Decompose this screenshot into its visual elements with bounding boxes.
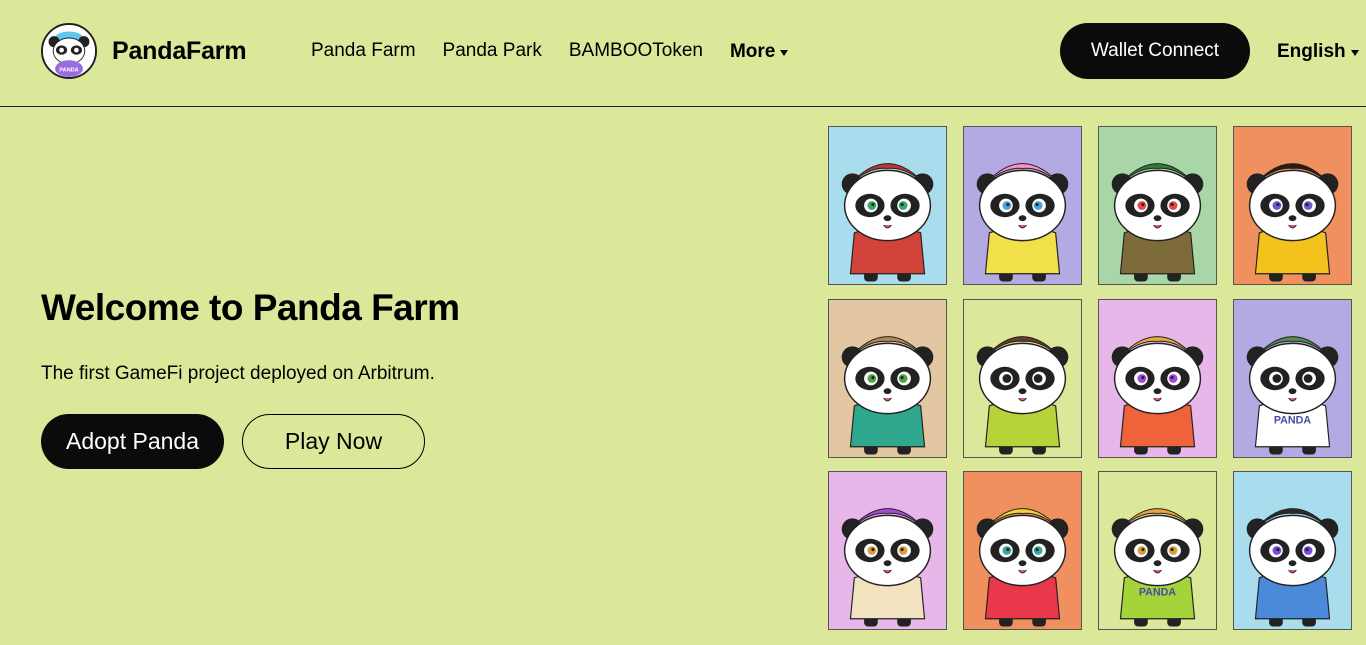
language-selector[interactable]: English xyxy=(1277,41,1359,63)
brand-logo-link[interactable]: PANDA PandaFarm xyxy=(41,23,247,79)
svg-text:PANDA: PANDA xyxy=(1274,414,1312,426)
brand-name: PandaFarm xyxy=(112,36,247,65)
panda-nft-card[interactable] xyxy=(1233,471,1352,630)
panda-logo-icon: PANDA xyxy=(41,23,97,79)
panda-nft-card[interactable]: PANDA xyxy=(1233,298,1352,458)
main-nav: Panda Farm Panda Park BAMBOOToken More xyxy=(311,38,789,63)
nav-more-label: More xyxy=(729,41,776,62)
svg-text:PANDA: PANDA xyxy=(1139,586,1177,598)
nav-bamboo-token[interactable]: BAMBOOToken xyxy=(569,40,703,62)
svg-text:PANDA: PANDA xyxy=(1274,177,1312,189)
panda-avatar-icon xyxy=(1099,300,1216,456)
panda-avatar-icon xyxy=(964,127,1081,284)
wallet-connect-button[interactable]: Wallet Connect xyxy=(1060,23,1250,79)
panda-avatar-icon: PANDA xyxy=(1234,300,1351,456)
panda-avatar-icon: PANDA xyxy=(1234,127,1351,284)
panda-nft-card[interactable] xyxy=(1098,126,1217,285)
language-label: English xyxy=(1277,41,1346,62)
panda-avatar-icon xyxy=(829,300,946,456)
nav-panda-park[interactable]: Panda Park xyxy=(443,40,542,62)
site-header: PANDA PandaFarm Panda Farm Panda Park BA… xyxy=(0,0,1366,107)
caret-down-icon xyxy=(780,50,789,56)
panda-avatar-icon xyxy=(1234,472,1351,629)
hero-title: Welcome to Panda Farm xyxy=(41,287,460,328)
panda-nft-card[interactable] xyxy=(963,471,1082,630)
nav-more-dropdown[interactable]: More xyxy=(729,41,789,63)
panda-nft-card[interactable] xyxy=(828,471,947,630)
panda-avatar-icon xyxy=(964,300,1081,456)
adopt-panda-button[interactable]: Adopt Panda xyxy=(41,414,224,469)
nav-panda-farm[interactable]: Panda Farm xyxy=(311,40,416,62)
caret-down-icon xyxy=(1350,50,1359,56)
play-now-button[interactable]: Play Now xyxy=(242,414,425,469)
panda-avatar-icon xyxy=(829,127,946,284)
panda-nft-card[interactable] xyxy=(828,298,947,458)
panda-avatar-icon xyxy=(964,472,1081,629)
panda-nft-card[interactable] xyxy=(828,126,947,285)
logo-text: PANDA xyxy=(59,67,78,73)
panda-nft-card[interactable] xyxy=(963,298,1082,458)
panda-nft-card[interactable]: PANDA xyxy=(1233,126,1352,285)
panda-nft-card[interactable] xyxy=(1098,298,1217,458)
hero-subtitle: The first GameFi project deployed on Arb… xyxy=(41,363,435,384)
panda-nft-card[interactable] xyxy=(963,126,1082,285)
panda-avatar-icon: PANDA xyxy=(1099,472,1216,629)
panda-nft-card[interactable]: PANDA xyxy=(1098,471,1217,630)
panda-avatar-icon xyxy=(829,472,946,629)
panda-avatar-icon xyxy=(1099,127,1216,284)
